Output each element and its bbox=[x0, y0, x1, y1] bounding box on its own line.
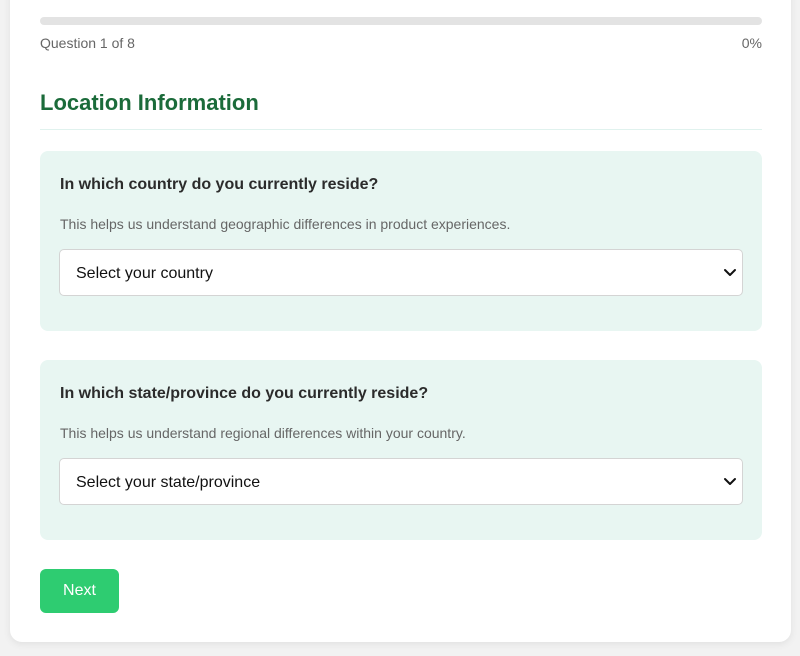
progress-bar bbox=[40, 17, 762, 25]
progress-question-count: Question 1 of 8 bbox=[40, 35, 135, 51]
question-label: In which state/province do you currently… bbox=[60, 385, 429, 402]
chevron-down-icon bbox=[724, 478, 736, 485]
survey-card: Question 1 of 8 0% Location Information … bbox=[10, 0, 791, 642]
question-country: In which country do you currently reside… bbox=[40, 151, 762, 331]
chevron-down-icon bbox=[724, 269, 736, 276]
question-help-text: This helps us understand geographic diff… bbox=[60, 216, 511, 232]
next-button[interactable]: Next bbox=[40, 569, 119, 613]
question-label: In which country do you currently reside… bbox=[60, 176, 379, 193]
section-divider bbox=[40, 129, 762, 130]
country-select[interactable]: Select your country bbox=[59, 249, 743, 296]
question-state: In which state/province do you currently… bbox=[40, 360, 762, 540]
section-title: Location Information bbox=[40, 90, 259, 115]
state-select-value: Select your state/province bbox=[76, 474, 261, 491]
country-select-value: Select your country bbox=[76, 265, 213, 282]
progress-percent: 0% bbox=[741, 35, 762, 51]
state-select[interactable]: Select your state/province bbox=[59, 458, 743, 505]
question-help-text: This helps us understand regional differ… bbox=[60, 425, 466, 441]
